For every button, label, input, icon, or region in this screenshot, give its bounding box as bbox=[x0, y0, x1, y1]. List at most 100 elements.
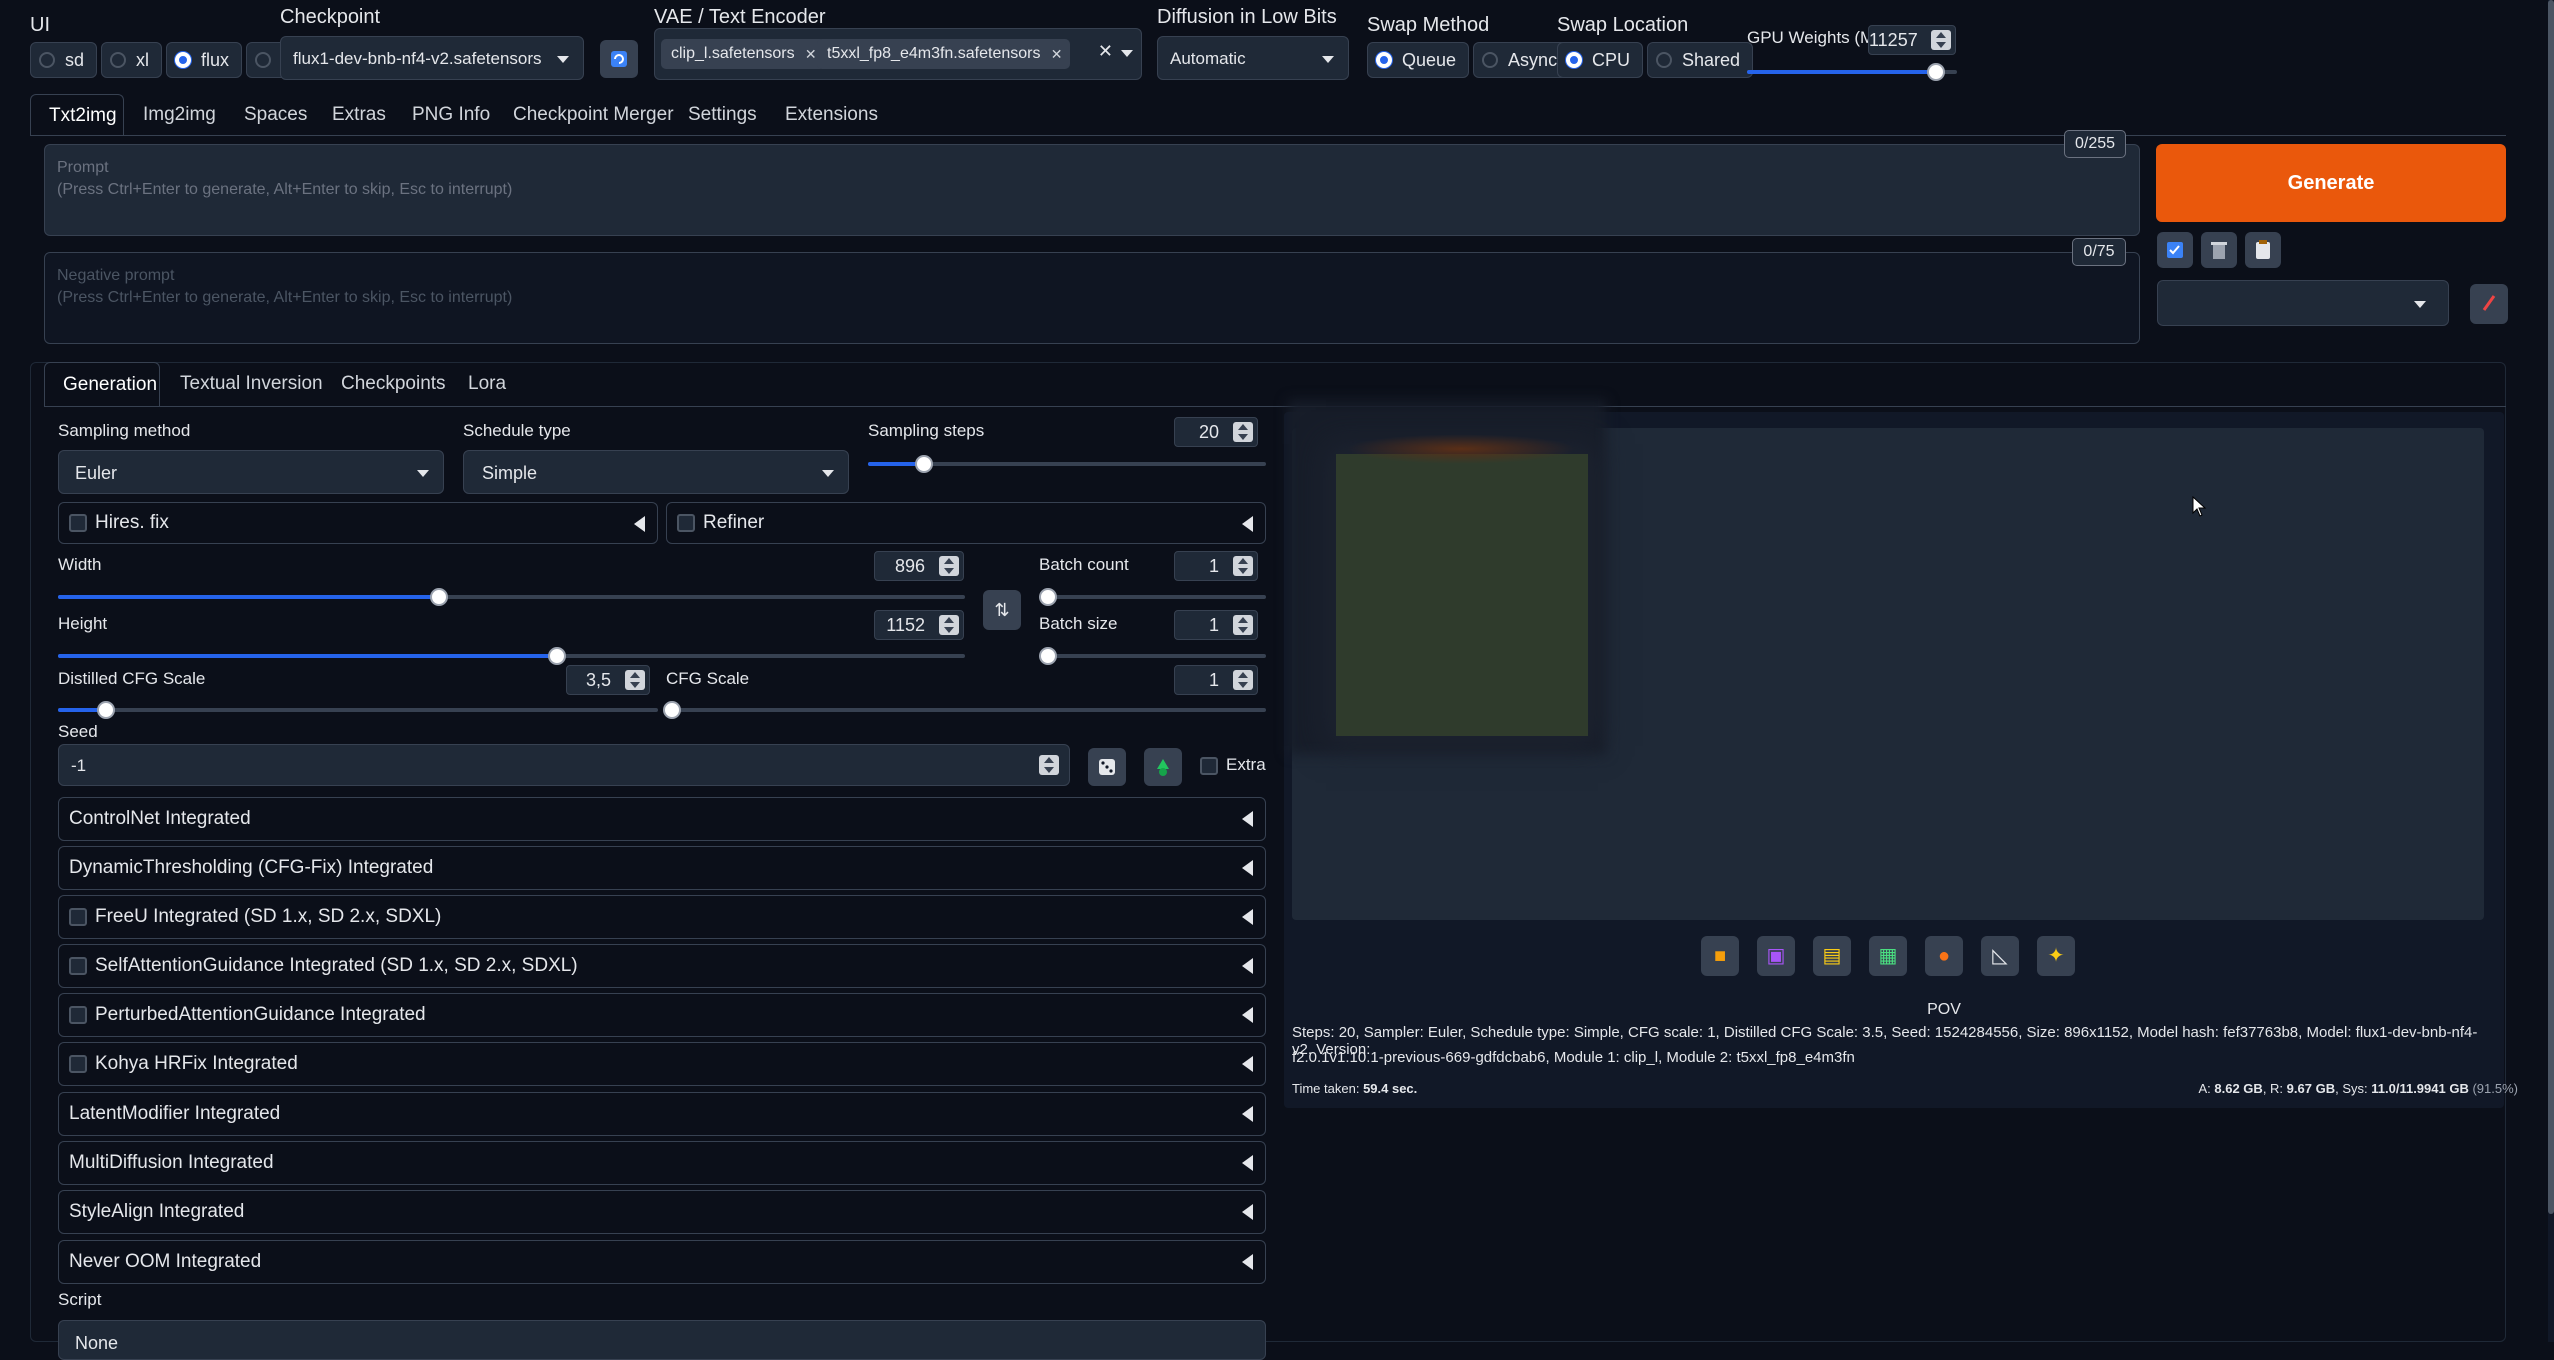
accordion-1[interactable]: DynamicThresholding (CFG-Fix) Integrated bbox=[58, 846, 1266, 890]
accordion-9[interactable]: Never OOM Integrated bbox=[58, 1240, 1266, 1284]
accordion-enable-checkbox[interactable] bbox=[69, 1006, 87, 1024]
generated-image-thumbnail[interactable] bbox=[1336, 454, 1588, 736]
height-input[interactable]: 1152 bbox=[874, 610, 964, 640]
generate-button[interactable]: Generate bbox=[2156, 144, 2506, 222]
batch-count-slider[interactable] bbox=[1039, 588, 1266, 606]
tab-img2img[interactable]: Img2img bbox=[143, 94, 216, 136]
vae-multiselect[interactable]: clip_l.safetensors ✕ t5xxl_fp8_e4m3fn.saf… bbox=[654, 28, 1142, 80]
batch-size-input[interactable]: 1 bbox=[1174, 610, 1258, 640]
distilled-cfg-slider[interactable] bbox=[58, 701, 658, 719]
ui-option-xl[interactable]: xl bbox=[101, 42, 163, 78]
stepper-icon[interactable] bbox=[1039, 755, 1059, 775]
stepper-icon[interactable] bbox=[1931, 30, 1951, 50]
sampling-steps-input[interactable]: 20 bbox=[1174, 417, 1258, 447]
reuse-seed-button[interactable] bbox=[1144, 748, 1182, 786]
swap-method-queue[interactable]: Queue bbox=[1367, 42, 1470, 78]
stepper-icon[interactable] bbox=[625, 670, 645, 690]
slider-thumb[interactable] bbox=[1927, 63, 1945, 81]
radio-shared[interactable] bbox=[1656, 52, 1673, 68]
vae-chip-clip[interactable]: clip_l.safetensors ✕ bbox=[661, 39, 825, 69]
checkpoint-select[interactable]: flux1-dev-bnb-nf4-v2.safetensors bbox=[280, 36, 584, 80]
save-button[interactable]: ▣ bbox=[1757, 936, 1795, 976]
page-scrollbar[interactable] bbox=[2548, 0, 2554, 1342]
tab-extras[interactable]: Extras bbox=[332, 94, 386, 136]
cfg-scale-input[interactable]: 1 bbox=[1174, 665, 1258, 695]
accordion-3[interactable]: SelfAttentionGuidance Integrated (SD 1.x… bbox=[58, 944, 1266, 988]
radio-queue[interactable] bbox=[1376, 52, 1392, 68]
accordion-enable-checkbox[interactable] bbox=[69, 957, 87, 975]
accordion-0[interactable]: ControlNet Integrated bbox=[58, 797, 1266, 841]
slider-thumb[interactable] bbox=[1039, 588, 1057, 606]
send-to-extras-button[interactable]: ◺ bbox=[1981, 936, 2019, 976]
stepper-icon[interactable] bbox=[1233, 556, 1253, 576]
radio-flux[interactable] bbox=[175, 52, 192, 68]
refiner-checkbox[interactable] bbox=[677, 514, 695, 532]
stepper-icon[interactable] bbox=[1233, 670, 1253, 690]
stepper-icon[interactable] bbox=[939, 556, 959, 576]
swap-location-cpu[interactable]: CPU bbox=[1557, 42, 1644, 78]
tab-checkpoints[interactable]: Checkpoints bbox=[341, 362, 446, 406]
batch-count-input[interactable]: 1 bbox=[1174, 551, 1258, 581]
hires-fix-checkbox[interactable] bbox=[69, 514, 87, 532]
radio-async[interactable] bbox=[1482, 52, 1499, 68]
edit-styles-button[interactable] bbox=[2470, 284, 2508, 324]
schedule-type-select[interactable]: Simple bbox=[463, 450, 849, 494]
zip-button[interactable]: ▤ bbox=[1813, 936, 1851, 976]
collapse-arrow-icon[interactable] bbox=[1242, 1204, 1253, 1220]
slider-thumb[interactable] bbox=[429, 588, 448, 606]
refresh-button[interactable] bbox=[600, 40, 638, 78]
slider-thumb[interactable] bbox=[97, 701, 115, 719]
tab-extensions[interactable]: Extensions bbox=[785, 94, 878, 136]
trash-button[interactable] bbox=[2201, 232, 2237, 268]
collapse-arrow-icon[interactable] bbox=[634, 516, 645, 532]
vae-chip-t5[interactable]: t5xxl_fp8_e4m3fn.safetensors ✕ bbox=[817, 39, 1071, 69]
collapse-arrow-icon[interactable] bbox=[1242, 1155, 1253, 1171]
swap-method-async[interactable]: Async bbox=[1473, 42, 1571, 78]
ui-option-flux[interactable]: flux bbox=[166, 42, 243, 78]
extra-seed-checkbox[interactable] bbox=[1200, 757, 1218, 775]
slider-thumb[interactable] bbox=[547, 647, 566, 665]
tab-spaces[interactable]: Spaces bbox=[244, 94, 307, 136]
open-folder-button[interactable]: ■ bbox=[1701, 936, 1739, 976]
accordion-7[interactable]: MultiDiffusion Integrated bbox=[58, 1141, 1266, 1185]
distilled-cfg-input[interactable]: 3,5 bbox=[566, 665, 650, 695]
check-styles-button[interactable] bbox=[2157, 232, 2193, 268]
collapse-arrow-icon[interactable] bbox=[1242, 860, 1253, 876]
slider-thumb[interactable] bbox=[1039, 647, 1057, 665]
clear-all-icon[interactable]: ✕ bbox=[1098, 41, 1113, 62]
sampling-method-select[interactable]: Euler bbox=[58, 450, 444, 494]
slider-thumb[interactable] bbox=[914, 455, 933, 473]
radio-xl[interactable] bbox=[110, 52, 127, 68]
tab-checkpoint-merger[interactable]: Checkpoint Merger bbox=[513, 94, 674, 136]
negative-prompt-textarea[interactable]: Negative prompt (Press Ctrl+Enter to gen… bbox=[44, 252, 2140, 344]
collapse-arrow-icon[interactable] bbox=[1242, 811, 1253, 827]
accordion-2[interactable]: FreeU Integrated (SD 1.x, SD 2.x, SDXL) bbox=[58, 895, 1266, 939]
chevron-down-icon[interactable] bbox=[1121, 50, 1133, 57]
collapse-arrow-icon[interactable] bbox=[1242, 1007, 1253, 1023]
tab-generation[interactable]: Generation bbox=[44, 362, 160, 406]
diffusion-select[interactable]: Automatic bbox=[1157, 36, 1349, 80]
gpu-weights-slider[interactable] bbox=[1747, 63, 1957, 81]
script-select[interactable]: None bbox=[58, 1320, 1266, 1360]
remove-chip-icon[interactable]: ✕ bbox=[805, 39, 817, 69]
batch-size-slider[interactable] bbox=[1039, 647, 1266, 665]
gpu-weights-input[interactable]: 11257 bbox=[1868, 25, 1956, 55]
tab-textual-inversion[interactable]: Textual Inversion bbox=[180, 362, 323, 406]
height-slider[interactable] bbox=[58, 647, 965, 665]
cfg-scale-slider[interactable] bbox=[663, 701, 1266, 719]
swap-dimensions-button[interactable]: ⇅ bbox=[983, 590, 1021, 630]
tab-lora[interactable]: Lora bbox=[468, 362, 506, 406]
tab-settings[interactable]: Settings bbox=[688, 94, 757, 136]
collapse-arrow-icon[interactable] bbox=[1242, 1106, 1253, 1122]
radio-sd[interactable] bbox=[39, 52, 55, 68]
accordion-6[interactable]: LatentModifier Integrated bbox=[58, 1092, 1266, 1136]
clipboard-button[interactable] bbox=[2245, 232, 2281, 268]
slider-thumb[interactable] bbox=[663, 701, 681, 719]
accordion-enable-checkbox[interactable] bbox=[69, 1055, 87, 1073]
collapse-arrow-icon[interactable] bbox=[1242, 909, 1253, 925]
radio-cpu[interactable] bbox=[1566, 52, 1582, 68]
random-seed-button[interactable] bbox=[1088, 748, 1126, 786]
width-input[interactable]: 896 bbox=[874, 551, 964, 581]
prompt-textarea[interactable]: Prompt (Press Ctrl+Enter to generate, Al… bbox=[44, 144, 2140, 236]
remove-chip-icon[interactable]: ✕ bbox=[1051, 39, 1063, 69]
